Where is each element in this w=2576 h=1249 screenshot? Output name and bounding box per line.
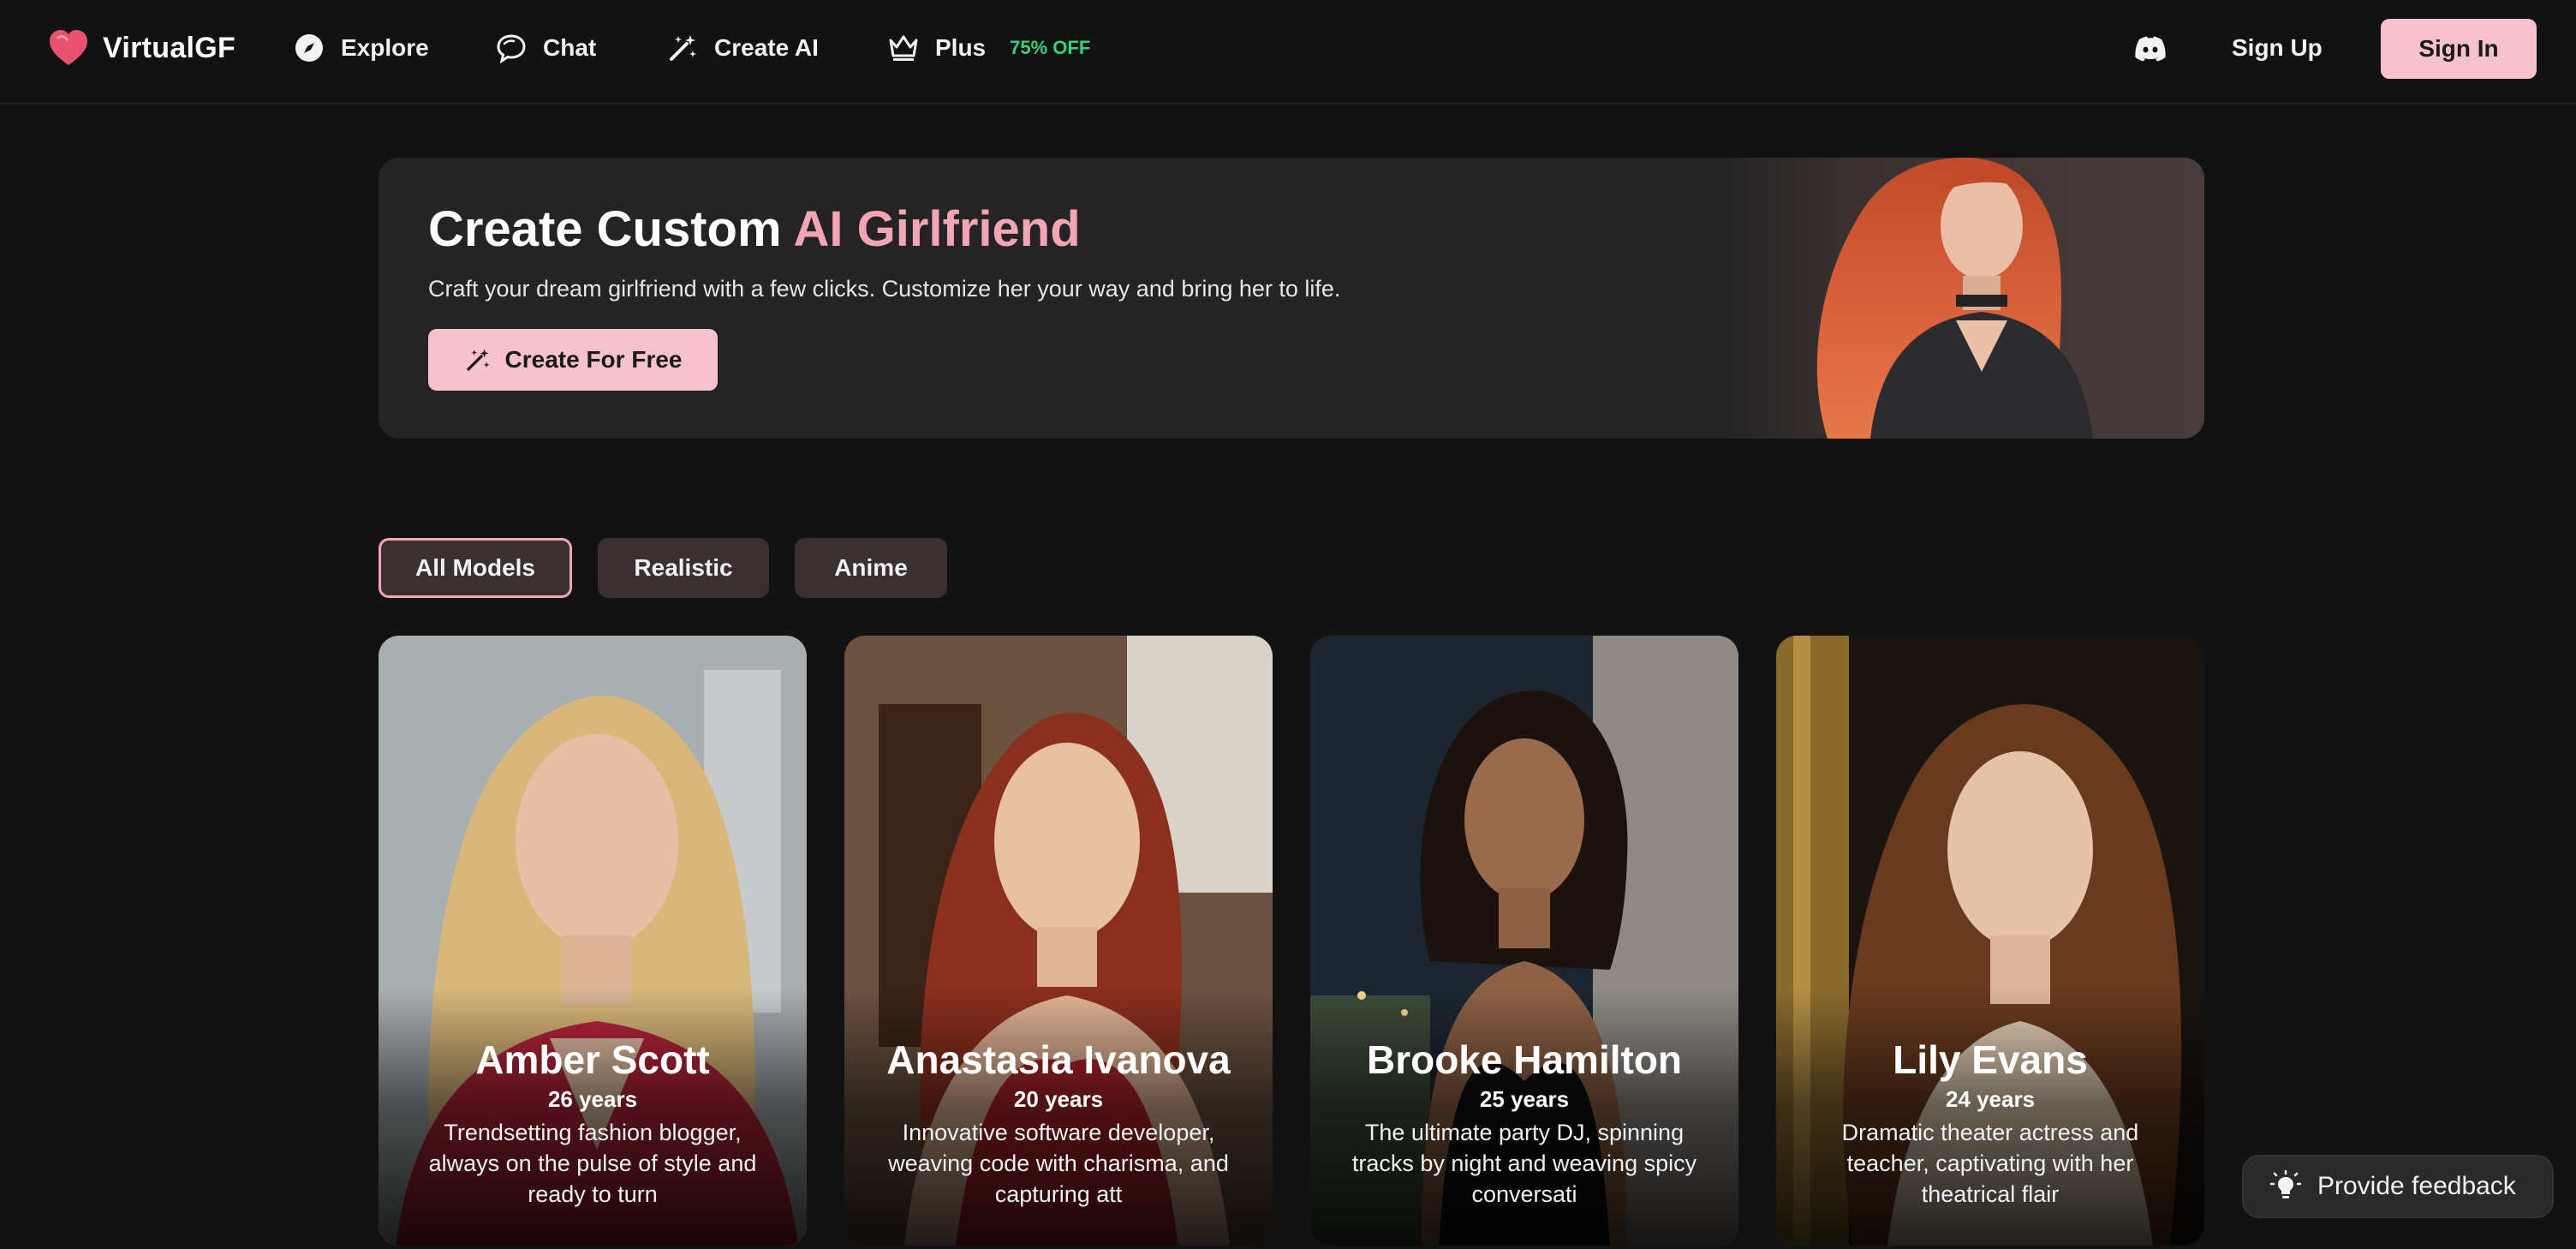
hero-anime-girl-image <box>1725 158 2204 439</box>
nav-create-ai-label: Create AI <box>714 34 819 61</box>
magic-wand-icon <box>466 349 489 371</box>
crown-icon <box>889 35 918 61</box>
nav-chat[interactable]: Chat <box>495 27 596 69</box>
create-for-free-label: Create For Free <box>504 346 683 373</box>
hero-title: Create Custom AI Girlfriend <box>428 200 1081 258</box>
model-description: Trendsetting fashion blogger, always on … <box>428 1120 757 1207</box>
heart-icon <box>50 30 87 65</box>
hero-title-accent: AI Girlfriend <box>793 201 1081 257</box>
brand-name: VirtualGF <box>103 31 236 64</box>
nav-plus-label: Plus <box>935 34 987 61</box>
model-description: Innovative software developer, weaving c… <box>888 1120 1229 1207</box>
nav-create-ai[interactable]: Create AI <box>666 27 819 69</box>
nav-explore-label: Explore <box>341 34 429 61</box>
provide-feedback-label: Provide feedback <box>2317 1172 2516 1200</box>
nav-chat-label: Chat <box>543 34 597 61</box>
hero-subtitle: Craft your dream girlfriend with a few c… <box>428 276 1341 302</box>
hero-title-main: Create Custom <box>428 201 794 257</box>
provide-feedback-button[interactable]: Provide feedback <box>2242 1155 2554 1218</box>
discount-badge: 75% OFF <box>1010 37 1091 58</box>
lightbulb-icon <box>2269 1170 2302 1198</box>
chat-bubble-icon <box>497 34 526 64</box>
model-card[interactable]: Lily Evans 24 years Dramatic theater act… <box>1776 636 2204 1246</box>
filter-realistic[interactable]: Realistic <box>598 538 769 598</box>
brand-logo[interactable]: VirtualGF <box>46 26 236 70</box>
model-age: 24 years <box>1945 1086 2036 1112</box>
sign-in-button[interactable]: Sign In <box>2381 19 2537 79</box>
model-age: 26 years <box>547 1086 638 1112</box>
discord-icon[interactable] <box>2132 31 2168 67</box>
model-card[interactable]: Brooke Hamilton 25 years The ultimate pa… <box>1310 636 1738 1246</box>
model-description: Dramatic theater actress and teacher, ca… <box>1841 1120 2139 1207</box>
model-card[interactable]: Anastasia Ivanova 20 years Innovative so… <box>844 636 1273 1246</box>
filter-anime[interactable]: Anime <box>795 538 947 598</box>
hero-banner: Create Custom AI Girlfriend Craft your d… <box>379 158 2204 439</box>
filter-all-models[interactable]: All Models <box>379 538 572 598</box>
model-card[interactable]: Amber Scott 26 years Trendsetting fashio… <box>379 636 807 1246</box>
nav-explore[interactable]: Explore <box>293 27 429 69</box>
create-for-free-button[interactable]: Create For Free <box>428 329 718 391</box>
model-name: Amber Scott <box>475 1037 710 1082</box>
model-age: 25 years <box>1479 1086 1570 1112</box>
model-name: Anastasia Ivanova <box>886 1037 1231 1082</box>
magic-wand-icon <box>670 35 696 61</box>
model-name: Lily Evans <box>1893 1037 2088 1082</box>
model-description: The ultimate party DJ, spinning tracks b… <box>1351 1120 1697 1207</box>
model-age: 20 years <box>1013 1086 1104 1112</box>
sign-up-link[interactable]: Sign Up <box>2232 27 2323 69</box>
compass-icon <box>295 34 323 62</box>
model-name: Brooke Hamilton <box>1366 1037 1683 1082</box>
nav-plus[interactable]: Plus 75% OFF <box>887 27 1090 69</box>
top-nav: VirtualGF Explore Chat Create AI Plus 75… <box>0 0 2576 105</box>
